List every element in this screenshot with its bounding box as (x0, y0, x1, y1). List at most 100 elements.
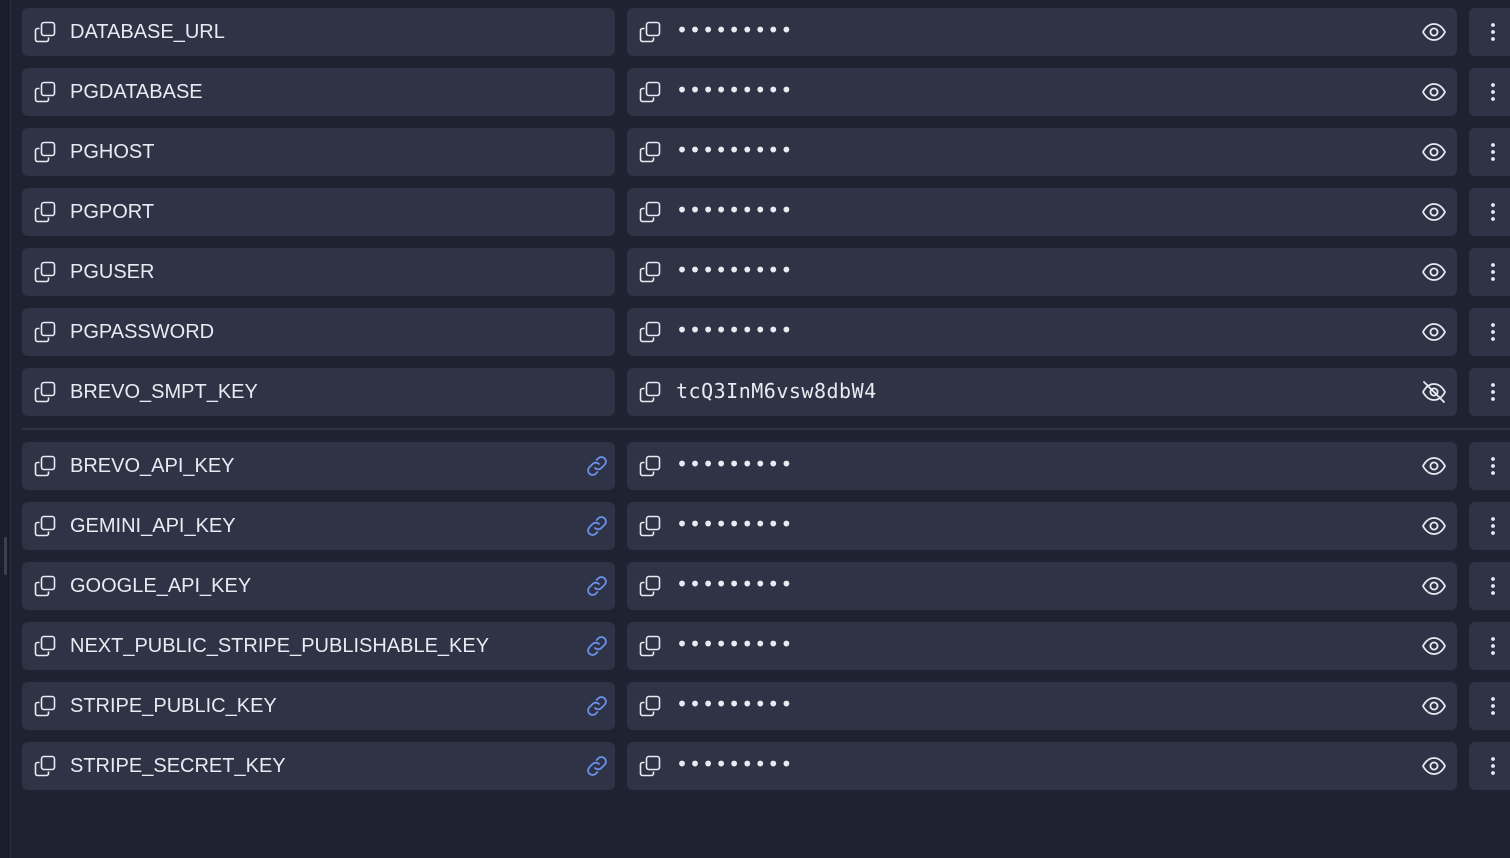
eye-icon[interactable] (1421, 79, 1447, 105)
vertical-dots-icon[interactable] (1481, 694, 1505, 718)
copy-icon[interactable] (34, 381, 56, 403)
copy-icon[interactable] (639, 261, 661, 283)
eye-icon[interactable] (1421, 19, 1447, 45)
vertical-dots-icon[interactable] (1481, 754, 1505, 778)
copy-icon[interactable] (34, 141, 56, 163)
variable-value-cell[interactable]: ••••••••• (627, 188, 1457, 236)
variable-value-cell[interactable]: ••••••••• (627, 442, 1457, 490)
copy-icon[interactable] (639, 21, 661, 43)
variable-name-cell[interactable]: PGDATABASE (22, 68, 615, 116)
variable-value-cell[interactable]: ••••••••• (627, 682, 1457, 730)
vertical-dots-icon[interactable] (1481, 80, 1505, 104)
variable-value-cell[interactable]: ••••••••• (627, 502, 1457, 550)
copy-icon[interactable] (34, 575, 56, 597)
row-menu-button[interactable] (1469, 368, 1510, 416)
row-menu-button[interactable] (1469, 742, 1510, 790)
link-icon[interactable] (585, 514, 609, 538)
row-menu-button[interactable] (1469, 128, 1510, 176)
eye-icon[interactable] (1421, 513, 1447, 539)
eye-icon[interactable] (1421, 319, 1447, 345)
variable-value-cell[interactable]: ••••••••• (627, 68, 1457, 116)
copy-icon[interactable] (34, 695, 56, 717)
vertical-dots-icon[interactable] (1481, 634, 1505, 658)
row-menu-button[interactable] (1469, 8, 1510, 56)
variable-row: GOOGLE_API_KEY ••••••••• (22, 562, 1510, 610)
copy-icon[interactable] (639, 755, 661, 777)
row-menu-button[interactable] (1469, 622, 1510, 670)
row-menu-button[interactable] (1469, 188, 1510, 236)
copy-icon[interactable] (639, 381, 661, 403)
row-menu-button[interactable] (1469, 682, 1510, 730)
link-icon[interactable] (585, 454, 609, 478)
vertical-dots-icon[interactable] (1481, 20, 1505, 44)
copy-icon[interactable] (34, 635, 56, 657)
variable-name: STRIPE_PUBLIC_KEY (70, 695, 277, 717)
variable-name-cell[interactable]: BREVO_API_KEY (22, 442, 615, 490)
eye-icon[interactable] (1421, 753, 1447, 779)
variable-name-cell[interactable]: BREVO_SMPT_KEY (22, 368, 615, 416)
row-menu-button[interactable] (1469, 562, 1510, 610)
copy-icon[interactable] (639, 515, 661, 537)
copy-icon[interactable] (34, 261, 56, 283)
row-menu-button[interactable] (1469, 248, 1510, 296)
copy-icon[interactable] (639, 201, 661, 223)
eye-off-icon[interactable] (1421, 379, 1447, 405)
vertical-dots-icon[interactable] (1481, 454, 1505, 478)
copy-icon[interactable] (34, 81, 56, 103)
copy-icon[interactable] (34, 21, 56, 43)
vertical-dots-icon[interactable] (1481, 320, 1505, 344)
variable-name-cell[interactable]: STRIPE_SECRET_KEY (22, 742, 615, 790)
variable-value-cell[interactable]: ••••••••• (627, 742, 1457, 790)
resize-handle[interactable] (4, 537, 7, 575)
copy-icon[interactable] (639, 635, 661, 657)
variable-name-cell[interactable]: GEMINI_API_KEY (22, 502, 615, 550)
copy-icon[interactable] (639, 321, 661, 343)
eye-icon[interactable] (1421, 199, 1447, 225)
eye-icon[interactable] (1421, 573, 1447, 599)
variable-value-cell[interactable]: ••••••••• (627, 622, 1457, 670)
variable-value-cell[interactable]: ••••••••• (627, 128, 1457, 176)
variable-value-cell[interactable]: ••••••••• (627, 562, 1457, 610)
link-icon[interactable] (585, 574, 609, 598)
copy-icon[interactable] (639, 455, 661, 477)
variable-name-cell[interactable]: PGUSER (22, 248, 615, 296)
vertical-dots-icon[interactable] (1481, 260, 1505, 284)
vertical-dots-icon[interactable] (1481, 200, 1505, 224)
copy-icon[interactable] (34, 321, 56, 343)
copy-icon[interactable] (34, 455, 56, 477)
eye-icon[interactable] (1421, 693, 1447, 719)
variable-name-cell[interactable]: PGPASSWORD (22, 308, 615, 356)
vertical-dots-icon[interactable] (1481, 140, 1505, 164)
row-menu-button[interactable] (1469, 442, 1510, 490)
copy-icon[interactable] (639, 575, 661, 597)
variable-value-cell[interactable]: tcQ3InM6vsw8dbW4 (627, 368, 1457, 416)
eye-icon[interactable] (1421, 453, 1447, 479)
eye-icon[interactable] (1421, 259, 1447, 285)
copy-icon[interactable] (34, 515, 56, 537)
vertical-dots-icon[interactable] (1481, 574, 1505, 598)
variable-name-cell[interactable]: GOOGLE_API_KEY (22, 562, 615, 610)
vertical-dots-icon[interactable] (1481, 380, 1505, 404)
variable-value-cell[interactable]: ••••••••• (627, 8, 1457, 56)
eye-icon[interactable] (1421, 139, 1447, 165)
copy-icon[interactable] (639, 81, 661, 103)
variable-name-cell[interactable]: NEXT_PUBLIC_STRIPE_PUBLISHABLE_KEY (22, 622, 615, 670)
variable-name-cell[interactable]: PGHOST (22, 128, 615, 176)
eye-icon[interactable] (1421, 633, 1447, 659)
copy-icon[interactable] (639, 695, 661, 717)
variable-value-cell[interactable]: ••••••••• (627, 248, 1457, 296)
variable-name-cell[interactable]: PGPORT (22, 188, 615, 236)
row-menu-button[interactable] (1469, 502, 1510, 550)
variable-name-cell[interactable]: DATABASE_URL (22, 8, 615, 56)
link-icon[interactable] (585, 694, 609, 718)
variable-name-cell[interactable]: STRIPE_PUBLIC_KEY (22, 682, 615, 730)
row-menu-button[interactable] (1469, 308, 1510, 356)
link-icon[interactable] (585, 634, 609, 658)
link-icon[interactable] (585, 754, 609, 778)
copy-icon[interactable] (34, 755, 56, 777)
copy-icon[interactable] (639, 141, 661, 163)
vertical-dots-icon[interactable] (1481, 514, 1505, 538)
row-menu-button[interactable] (1469, 68, 1510, 116)
copy-icon[interactable] (34, 201, 56, 223)
variable-value-cell[interactable]: ••••••••• (627, 308, 1457, 356)
